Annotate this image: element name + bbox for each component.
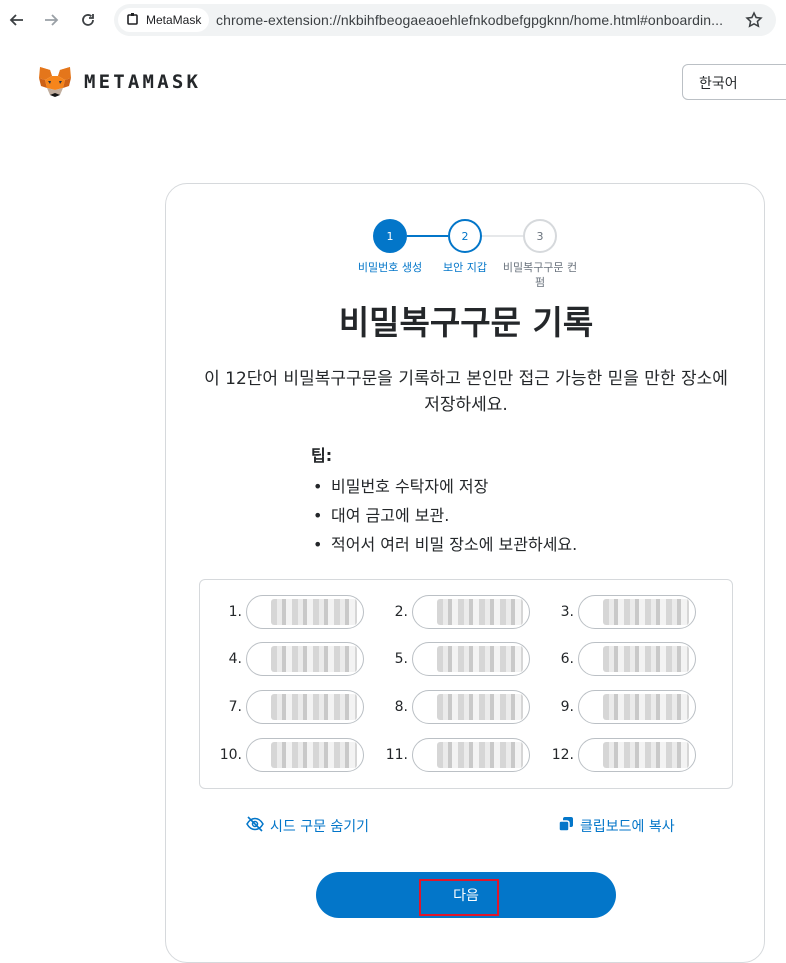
- seed-word-cell: 3.: [548, 595, 696, 629]
- seed-word-cell: 1.: [216, 595, 364, 629]
- seed-word-cell: 6.: [548, 642, 696, 676]
- blurred-word: [271, 742, 357, 768]
- blurred-word: [603, 742, 689, 768]
- seed-word-number: 9.: [560, 699, 574, 715]
- blurred-word: [271, 599, 357, 625]
- tips-list: 비밀번호 수탁자에 저장 대여 금고에 보관. 적어서 여러 비밀 장소에 보관…: [311, 472, 711, 559]
- seed-word-pill: [412, 690, 530, 724]
- seed-word-pill: [578, 595, 696, 629]
- browser-toolbar: MetaMask chrome-extension://nkbihfbeogae…: [0, 0, 786, 40]
- reload-icon[interactable]: [77, 9, 99, 31]
- metamask-wordmark: METAMASK: [84, 71, 202, 93]
- forward-arrow-icon[interactable]: [40, 9, 62, 31]
- seed-word-number: 8.: [394, 699, 408, 715]
- hide-seed-phrase-label: 시드 구문 숨기기: [270, 819, 370, 835]
- seed-word-number: 12.: [551, 747, 574, 763]
- seed-word-pill: [578, 690, 696, 724]
- seed-word-pill: [412, 738, 530, 772]
- blurred-word: [271, 646, 357, 672]
- tip-item: 적어서 여러 비밀 장소에 보관하세요.: [311, 530, 711, 559]
- seed-word-number: 4.: [228, 651, 242, 667]
- seed-word-pill: [412, 595, 530, 629]
- copy-icon: [558, 816, 574, 836]
- seed-word-cell: 8.: [382, 690, 530, 724]
- seed-word-number: 11.: [385, 747, 408, 763]
- onboarding-card: 1 2 3 비밀번호 생성 보안 지갑 비밀복구구문 컨펌 비밀복구구문 기록 …: [165, 183, 765, 963]
- site-chip[interactable]: MetaMask: [118, 8, 210, 32]
- seed-word-cell: 4.: [216, 642, 364, 676]
- seed-word-number: 7.: [228, 699, 242, 715]
- seed-word-cell: 12.: [548, 738, 696, 772]
- seed-word-pill: [246, 595, 364, 629]
- seed-word-number: 2.: [394, 604, 408, 620]
- hide-seed-phrase-button[interactable]: 시드 구문 숨기기: [246, 816, 369, 836]
- seed-word-cell: 7.: [216, 690, 364, 724]
- tips-title: 팁:: [311, 446, 333, 465]
- blurred-word: [603, 599, 689, 625]
- step-1-circle: 1: [373, 219, 407, 253]
- blurred-word: [437, 599, 523, 625]
- step-2-circle: 2: [448, 219, 482, 253]
- step-2-label: 보안 지갑: [443, 261, 487, 274]
- seed-word-pill: [578, 738, 696, 772]
- tip-item: 대여 금고에 보관.: [311, 501, 711, 530]
- extension-icon: [126, 12, 140, 29]
- step-3-circle: 3: [523, 219, 557, 253]
- blurred-word: [437, 742, 523, 768]
- seed-phrase-grid: 1. 2. 3. 4. 5. 6. 7. 8. 9. 10. 11. 12.: [199, 579, 733, 789]
- seed-word-cell: 2.: [382, 595, 530, 629]
- step-1-label: 비밀번호 생성: [357, 261, 423, 274]
- seed-word-cell: 9.: [548, 690, 696, 724]
- tips-section: 팁: 비밀번호 수탁자에 저장 대여 금고에 보관. 적어서 여러 비밀 장소에…: [311, 442, 711, 559]
- metamask-fox-icon: [38, 66, 72, 102]
- app-header: METAMASK 한국어: [0, 40, 786, 126]
- seed-word-number: 10.: [219, 747, 242, 763]
- tip-item: 비밀번호 수탁자에 저장: [311, 472, 711, 501]
- eye-slash-icon: [246, 816, 264, 836]
- step-connector-2: [482, 235, 523, 237]
- seed-word-cell: 10.: [216, 738, 364, 772]
- seed-word-pill: [246, 642, 364, 676]
- blurred-word: [603, 694, 689, 720]
- next-button[interactable]: 다음: [316, 872, 616, 918]
- url-text[interactable]: chrome-extension://nkbihfbeogaeaoehlefnk…: [216, 12, 738, 28]
- next-button-label: 다음: [453, 887, 479, 903]
- blurred-word: [603, 646, 689, 672]
- seed-word-cell: 5.: [382, 642, 530, 676]
- seed-word-number: 5.: [394, 651, 408, 667]
- site-chip-label: MetaMask: [146, 13, 202, 27]
- seed-word-pill: [246, 690, 364, 724]
- copy-label: 클립보드에 복사: [580, 819, 675, 835]
- seed-word-pill: [412, 642, 530, 676]
- bookmark-star-icon[interactable]: [744, 10, 764, 30]
- copy-to-clipboard-button[interactable]: 클립보드에 복사: [558, 816, 675, 836]
- address-bar[interactable]: MetaMask chrome-extension://nkbihfbeogae…: [114, 4, 776, 36]
- seed-word-number: 3.: [560, 604, 574, 620]
- seed-word-pill: [578, 642, 696, 676]
- page-title: 비밀복구구문 기록: [338, 303, 594, 342]
- seed-word-cell: 11.: [382, 738, 530, 772]
- seed-word-number: 1.: [228, 604, 242, 620]
- step-connector-1: [407, 235, 448, 237]
- language-select[interactable]: 한국어: [682, 64, 786, 100]
- progress-stepper: 1 2 3 비밀번호 생성 보안 지갑 비밀복구구문 컨펌: [166, 184, 766, 304]
- blurred-word: [271, 694, 357, 720]
- seed-word-pill: [246, 738, 364, 772]
- blurred-word: [437, 646, 523, 672]
- blurred-word: [437, 694, 523, 720]
- page-description: 이 12단어 비밀복구구문을 기록하고 본인만 접근 가능한 믿을 만한 장소에…: [204, 369, 728, 415]
- seed-word-number: 6.: [560, 651, 574, 667]
- step-3-label: 비밀복구구문 컨펌: [502, 261, 578, 289]
- back-arrow-icon[interactable]: [6, 9, 28, 31]
